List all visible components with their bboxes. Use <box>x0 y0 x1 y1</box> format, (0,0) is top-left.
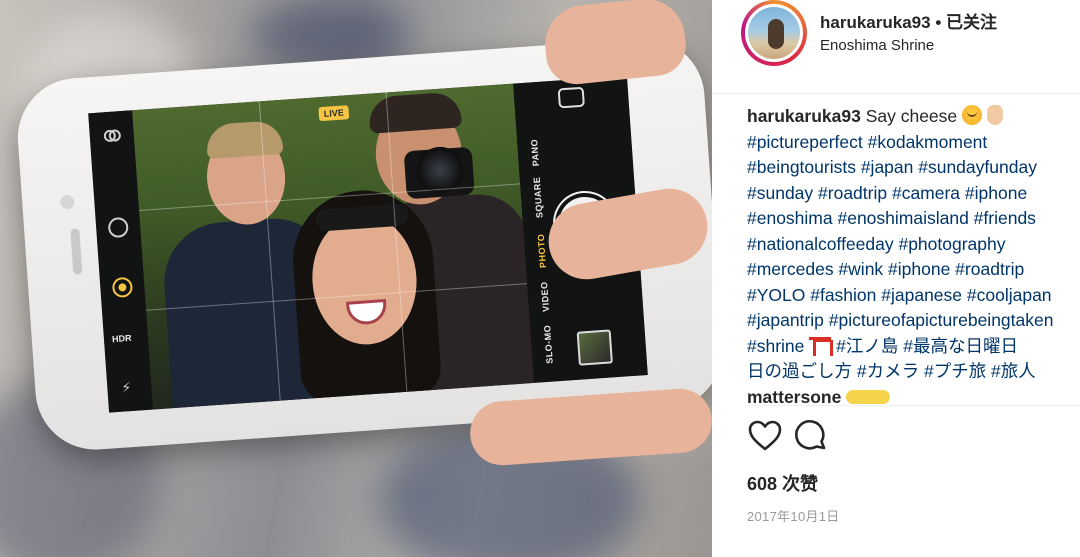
caption: harukaruka93 Say cheese #pictureperfect … <box>747 104 1080 404</box>
comment-icon[interactable] <box>793 418 831 456</box>
location-link[interactable]: Enoshima Shrine <box>820 37 934 54</box>
likes-label: 次赞 <box>782 474 819 494</box>
hashtag-line[interactable]: #mercedes #wink #iphone #roadtrip <box>747 257 1080 283</box>
header-user-line: harukaruka93 • 已关注 <box>820 8 997 33</box>
hashtag-line[interactable]: #japantrip #pictureofapicturebeingtaken <box>747 308 1080 334</box>
phone-speaker <box>70 228 83 275</box>
hashtag-line[interactable]: #pictureperfect #kodakmoment <box>747 130 1080 156</box>
caption-username[interactable]: harukaruka93 <box>747 106 861 126</box>
hashtag-line[interactable]: #nationalcoffeeday #photography <box>747 232 1080 258</box>
hashtag-line-shrine: #shrine #江ノ島 #最高な日曜日 <box>747 334 1080 360</box>
hdr-label: HDR <box>111 332 132 345</box>
shinto-shrine-emoji-icon <box>809 336 834 356</box>
post-date[interactable]: 2017年10月1日 <box>747 506 840 525</box>
post-sidebar: harukaruka93 • 已关注 Enoshima Shrine haruk… <box>712 0 1080 557</box>
avatar[interactable] <box>745 4 803 62</box>
username-link[interactable]: harukaruka93 <box>820 13 931 32</box>
mode-video: VIDEO <box>539 281 552 313</box>
following-button[interactable]: 已关注 <box>946 13 997 32</box>
hashtag-japanese[interactable]: #江ノ島 #最高な日曜日 <box>836 336 1018 356</box>
live-photo-icon <box>111 276 134 299</box>
flip-camera-icon <box>557 86 585 109</box>
wink-emoji-icon <box>962 105 983 125</box>
story-ring[interactable] <box>741 0 807 66</box>
last-photo-thumbnail <box>576 329 613 366</box>
hashtag-line[interactable]: #sunday #roadtrip #camera #iphone <box>747 181 1080 207</box>
likes-count[interactable]: 608 次赞 <box>747 470 818 496</box>
post-photo[interactable]: HDR ⚡ LIVE PANO SQUARE PHOTO VIDEO SLO-M… <box>0 0 712 557</box>
heart-icon[interactable] <box>747 418 785 456</box>
hashtag-line[interactable]: #YOLO #fashion #japanese #cooljapan <box>747 283 1080 309</box>
likes-number: 608 <box>747 474 778 494</box>
person-left-hair <box>205 119 284 160</box>
yellow-hearts-emoji-icon <box>846 389 891 404</box>
flash-icon <box>101 125 122 146</box>
camera-viewfinder: LIVE <box>132 83 535 410</box>
caption-text: Say cheese <box>865 106 958 126</box>
hashtag-shrine[interactable]: #shrine <box>747 336 804 356</box>
flash-off-icon: ⚡ <box>120 379 132 396</box>
victory-hand-emoji-icon <box>986 105 1003 125</box>
divider <box>747 405 1080 406</box>
mode-slo-mo: SLO-MO <box>542 324 555 365</box>
live-badge: LIVE <box>318 105 350 122</box>
mode-pano: PANO <box>529 138 541 167</box>
comment-username[interactable]: mattersone <box>747 387 841 405</box>
separator-dot: • <box>935 13 942 32</box>
hashtag-line[interactable]: 日の過ごし方 #カメラ #プチ旅 #旅人 <box>747 359 1080 385</box>
mode-square: SQUARE <box>531 176 545 219</box>
timer-icon <box>107 216 129 239</box>
hashtag-line[interactable]: #enoshima #enoshimaisland #friends <box>747 206 1080 232</box>
comment-line-partial: mattersone <box>747 385 1080 405</box>
hashtag-line[interactable]: #beingtourists #japan #sundayfunday <box>747 155 1080 181</box>
person-right-hair <box>367 91 463 134</box>
mode-photo: PHOTO <box>535 233 549 269</box>
caption-first-line: harukaruka93 Say cheese <box>747 104 1080 130</box>
post-header: harukaruka93 • 已关注 Enoshima Shrine <box>712 0 1080 94</box>
front-camera <box>59 194 75 210</box>
